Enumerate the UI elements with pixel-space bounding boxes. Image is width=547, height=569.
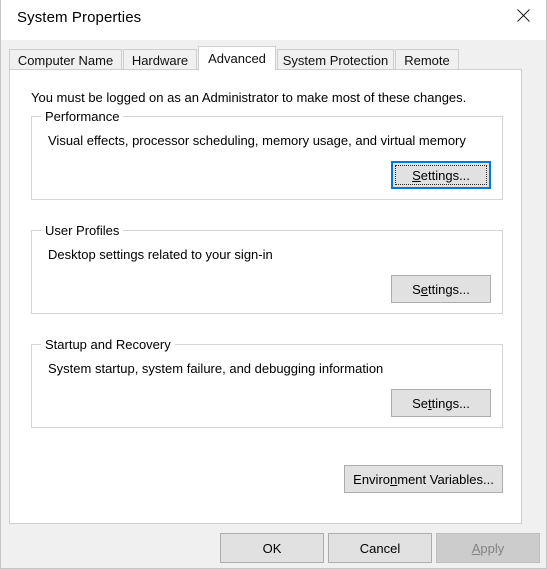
performance-description: Visual effects, processor scheduling, me… (48, 133, 466, 148)
button-accelerator-char: S (412, 167, 421, 183)
button-label-part: S (412, 281, 421, 297)
tab-label: Remote (404, 52, 450, 68)
button-accelerator-char: n (390, 471, 398, 487)
ok-button[interactable]: OK (220, 533, 324, 563)
button-label-part: Se (412, 395, 428, 411)
performance-group: Performance Visual effects, processor sc… (31, 109, 503, 200)
performance-group-legend: Performance (41, 109, 124, 124)
user-profiles-group: User Profiles Desktop settings related t… (31, 223, 503, 314)
system-properties-window: System Properties Computer Name Hardware… (0, 0, 547, 569)
tab-hardware[interactable]: Hardware (123, 49, 197, 70)
button-label-part: ettings... (420, 167, 470, 183)
environment-variables-button[interactable]: Enviro n ment Variables... (344, 465, 503, 493)
tab-label: System Protection (282, 52, 389, 68)
administrator-note: You must be logged on as an Administrato… (31, 90, 467, 105)
user-profiles-description: Desktop settings related to your sign-in (48, 247, 273, 262)
startup-recovery-group-legend: Startup and Recovery (41, 337, 175, 352)
tab-system-protection[interactable]: System Protection (277, 49, 394, 70)
button-label: OK (262, 540, 282, 556)
button-label-part: ttings... (427, 281, 470, 297)
startup-recovery-description: System startup, system failure, and debu… (48, 361, 384, 376)
button-accelerator-char: A (471, 540, 481, 556)
tab-computer-name[interactable]: Computer Name (9, 49, 122, 70)
tab-label: Hardware (131, 52, 189, 68)
tab-strip: Computer Name Hardware Advanced System P… (9, 46, 522, 71)
tab-advanced[interactable]: Advanced (198, 46, 276, 71)
startup-recovery-group: Startup and Recovery System startup, sys… (31, 337, 503, 428)
button-label-part: ment Variables... (397, 471, 494, 487)
user-profiles-settings-button[interactable]: Se ttings... (391, 275, 491, 303)
title-bar: System Properties (1, 0, 546, 40)
advanced-tab-panel: You must be logged on as an Administrato… (9, 69, 522, 524)
cancel-button[interactable]: Cancel (328, 533, 432, 563)
startup-recovery-settings-button[interactable]: Se t tings... (391, 389, 491, 417)
button-label-part: Enviro (353, 471, 391, 487)
performance-settings-button[interactable]: Settings... (391, 161, 491, 189)
button-label-part: tings... (431, 395, 470, 411)
close-icon[interactable] (500, 0, 546, 31)
tab-label: Advanced (208, 51, 266, 66)
button-label: Cancel (359, 540, 401, 556)
button-accelerator-char: e (420, 281, 428, 297)
user-profiles-group-legend: User Profiles (41, 223, 124, 238)
tab-label: Computer Name (17, 52, 114, 68)
button-label-part: pply (480, 540, 505, 556)
window-title: System Properties (17, 9, 142, 26)
tab-remote[interactable]: Remote (395, 49, 459, 70)
apply-button: Apply (436, 533, 540, 563)
